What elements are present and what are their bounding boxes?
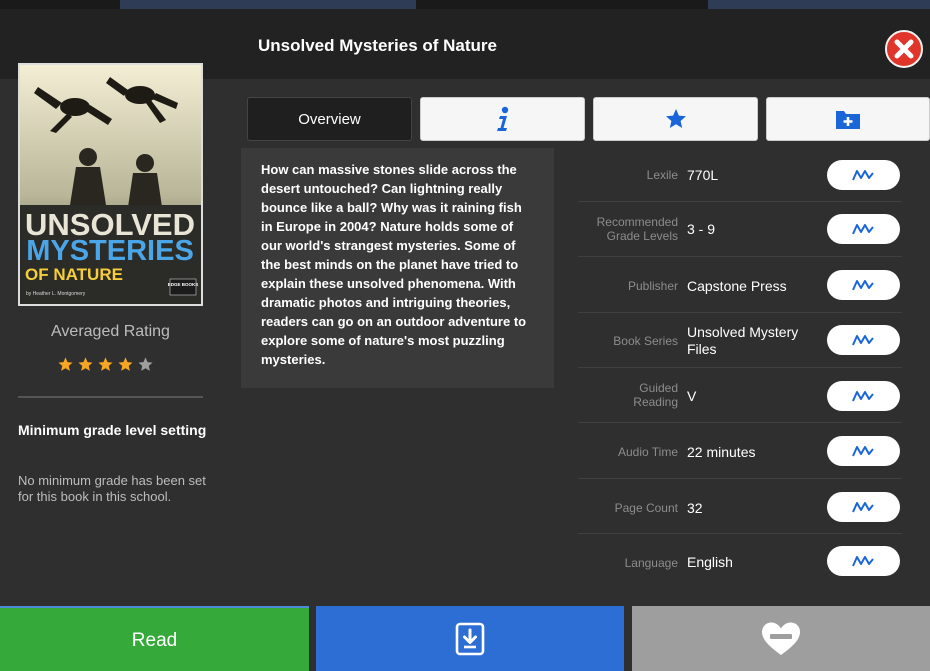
meta-value: 3 - 9 <box>687 221 716 237</box>
related-books-button[interactable] <box>827 270 900 300</box>
related-books-icon <box>852 556 874 567</box>
meta-label: Guided Reading <box>633 381 678 409</box>
cover-imprint: EDGE BOOKS <box>168 282 199 287</box>
meta-label: Book Series <box>613 334 678 348</box>
related-books-button[interactable] <box>827 546 900 576</box>
related-books-button[interactable] <box>827 214 900 244</box>
book-description: How can massive stones slide across the … <box>261 162 527 367</box>
tab-overview-label: Overview <box>298 111 361 128</box>
meta-row-language: Language English <box>578 534 902 590</box>
meta-value: 32 <box>687 500 703 516</box>
star-icon <box>77 356 94 378</box>
top-tab-right <box>708 0 930 9</box>
meta-row-guided-reading: Guided Reading V <box>578 368 902 423</box>
related-books-button[interactable] <box>827 160 900 190</box>
min-grade-title: Minimum grade level setting <box>18 422 207 438</box>
download-icon <box>455 622 485 656</box>
related-books-icon <box>852 170 874 181</box>
star-icon <box>665 109 686 128</box>
meta-row-page-count: Page Count 32 <box>578 479 902 534</box>
star-icon <box>57 356 74 378</box>
related-books-icon <box>852 446 874 457</box>
star-icon <box>97 356 114 378</box>
meta-row-publisher: Publisher Capstone Press <box>578 257 902 313</box>
tab-overview[interactable]: Overview <box>247 97 412 141</box>
cover-line2: MYSTERIES <box>26 235 194 267</box>
averaged-rating-label: Averaged Rating <box>51 323 170 340</box>
left-divider <box>18 396 203 398</box>
meta-row-series: Book Series Unsolved Mystery Files <box>578 313 902 368</box>
meta-row-grade-levels: Recommended Grade Levels 3 - 9 <box>578 202 902 257</box>
description-box: How can massive stones slide across the … <box>241 148 554 388</box>
cover-line3: OF NATURE <box>25 265 123 284</box>
meta-label: Lexile <box>646 168 678 182</box>
info-icon <box>496 106 508 131</box>
tab-info[interactable] <box>420 97 585 141</box>
read-button[interactable]: Read <box>0 606 309 671</box>
meta-label: Audio Time <box>617 445 678 459</box>
related-books-button[interactable] <box>827 381 900 411</box>
related-books-icon <box>852 335 874 346</box>
page-title: Unsolved Mysteries of Nature <box>257 36 497 55</box>
meta-label: Language <box>624 556 678 570</box>
related-books-button[interactable] <box>827 492 900 522</box>
meta-value: Unsolved Mystery Files <box>687 324 799 357</box>
meta-value: Capstone Press <box>687 278 787 294</box>
meta-value: 22 minutes <box>687 444 756 460</box>
meta-label: Recommended Grade Levels <box>596 215 678 243</box>
related-books-icon <box>852 280 874 291</box>
folder-add-icon <box>836 111 860 129</box>
related-books-button[interactable] <box>827 436 900 466</box>
remove-favorite-button[interactable] <box>632 606 930 671</box>
related-books-icon <box>852 391 874 402</box>
star-empty-icon <box>137 356 154 378</box>
related-books-icon <box>852 224 874 235</box>
tab-add-to-folder[interactable] <box>766 97 930 141</box>
cover-author: by Heather L. Montgomery <box>26 291 86 297</box>
meta-value: 770L <box>687 167 719 183</box>
meta-label: Publisher <box>627 279 678 293</box>
related-books-button[interactable] <box>827 325 900 355</box>
top-tab-left <box>120 0 416 9</box>
star-icon <box>117 356 134 378</box>
rating-stars <box>57 356 154 378</box>
top-tab-strip <box>0 0 930 9</box>
close-icon <box>894 39 914 59</box>
book-cover[interactable]: UNSOLVED MYSTERIES OF NATURE by Heather … <box>18 63 203 306</box>
tab-rating[interactable] <box>593 97 758 141</box>
min-grade-description: No minimum grade has been set for this b… <box>18 473 206 504</box>
download-button[interactable] <box>316 606 624 671</box>
related-books-icon <box>852 502 874 513</box>
read-button-label: Read <box>131 630 178 651</box>
meta-value: English <box>687 554 733 570</box>
close-button[interactable] <box>885 30 923 68</box>
meta-value: V <box>687 388 697 404</box>
heart-remove-icon <box>762 622 800 655</box>
meta-label: Page Count <box>614 501 678 515</box>
meta-row-lexile: Lexile 770L <box>578 147 902 202</box>
meta-row-audio-time: Audio Time 22 minutes <box>578 423 902 479</box>
